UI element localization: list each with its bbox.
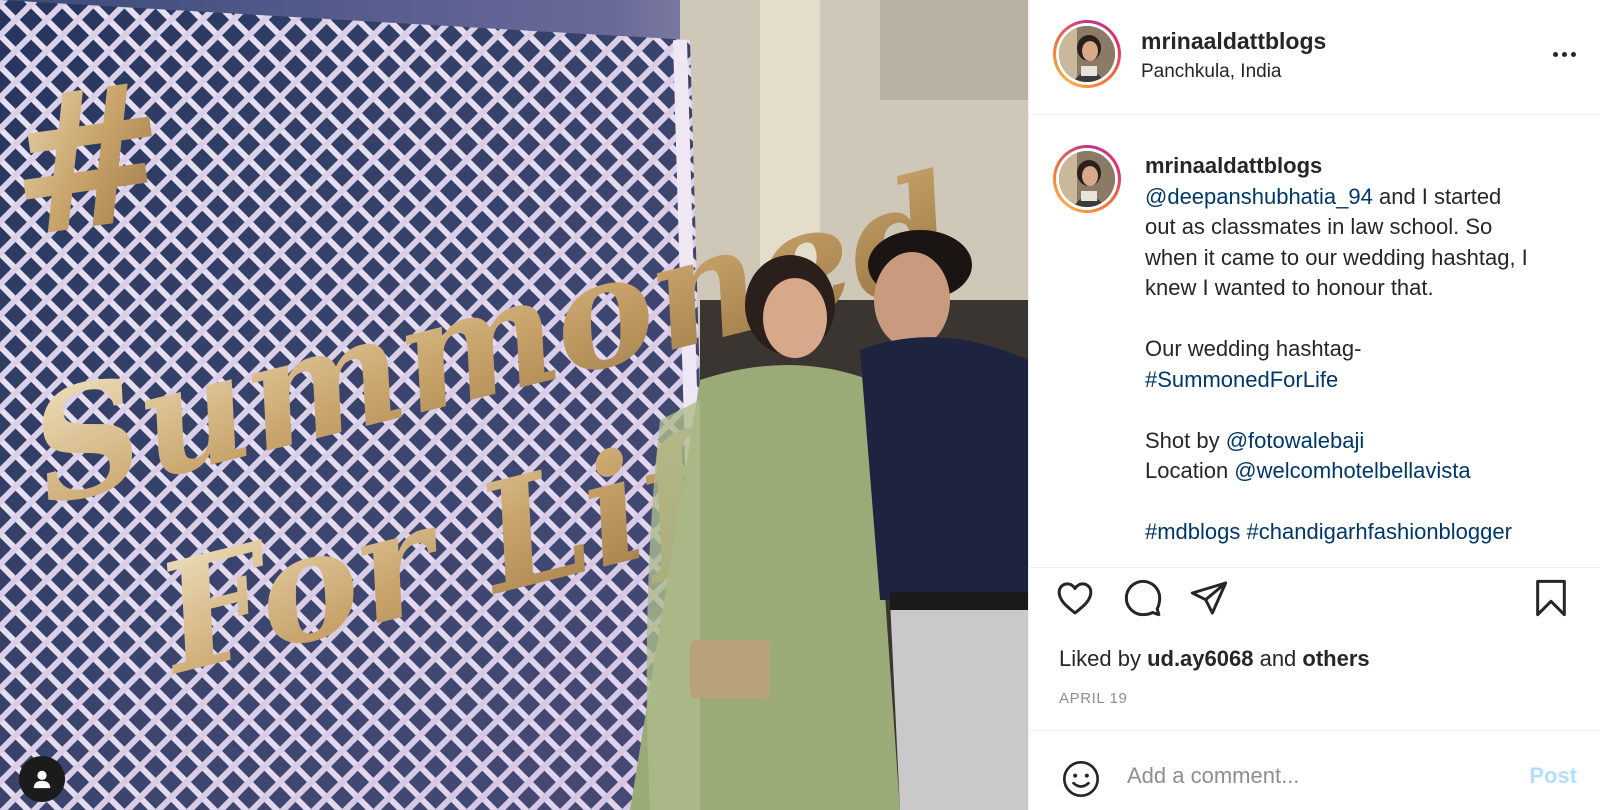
caption-username[interactable]: mrinaaldattblogs <box>1145 153 1322 178</box>
post-photo-image: # Summoned For Life <box>0 0 1028 810</box>
likes-others[interactable]: others <box>1302 646 1369 671</box>
caption-blank <box>1145 395 1585 426</box>
avatar-image <box>1059 26 1115 82</box>
bookmark-icon <box>1536 579 1566 617</box>
caption-location-handle[interactable]: @welcomhotelbellavista <box>1234 458 1470 483</box>
caption-line2: out as classmates in law school. So <box>1145 214 1493 239</box>
author-avatar[interactable] <box>1053 20 1121 88</box>
user-icon <box>33 770 51 789</box>
share-button[interactable] <box>1187 576 1231 620</box>
caption-hashtag-main[interactable]: #SummonedForLife <box>1145 367 1338 392</box>
comment-button[interactable] <box>1121 576 1165 620</box>
save-button[interactable] <box>1529 576 1573 620</box>
comment-bar: Post <box>1029 730 1600 810</box>
post-actions: Liked by ud.ay6068 and others APRIL 19 <box>1029 567 1600 715</box>
caption-line1: and I started <box>1372 183 1502 209</box>
tagged-users-button[interactable] <box>19 756 65 802</box>
send-icon <box>1190 581 1228 615</box>
more-horizontal-icon <box>1552 51 1558 57</box>
caption-blank <box>1145 487 1585 518</box>
avatar-image <box>1059 151 1115 207</box>
more-options-button[interactable] <box>1547 42 1581 66</box>
emoji-button[interactable] <box>1059 757 1103 801</box>
caption-mention[interactable]: @deepanshubhatia_94 <box>1145 184 1373 209</box>
caption-author-avatar[interactable] <box>1053 145 1121 213</box>
caption-location-label: Location <box>1145 458 1235 483</box>
heart-icon <box>1057 582 1093 615</box>
more-dot <box>1561 51 1567 57</box>
caption-area: mrinaaldattblogs @deepanshubhatia_94 and… <box>1029 115 1600 567</box>
post-comment-button[interactable]: Post <box>1529 763 1577 789</box>
post-location[interactable]: Panchkula, India <box>1141 61 1282 83</box>
post-details-panel: mrinaaldattblogs Panchkula, India mrinaa… <box>1028 0 1600 810</box>
post-photo[interactable]: # Summoned For Life <box>0 0 1028 810</box>
caption-shot-by-handle[interactable]: @fotowalebaji <box>1226 428 1365 453</box>
caption-text: mrinaaldattblogs @deepanshubhatia_94 and… <box>1145 151 1585 548</box>
likes-prefix: Liked by <box>1059 646 1148 671</box>
post-header: mrinaaldattblogs Panchkula, India <box>1029 0 1600 115</box>
comment-icon <box>1124 579 1162 617</box>
caption-tag1[interactable]: #mdblogs <box>1145 519 1240 544</box>
emoji-icon <box>1063 761 1099 797</box>
sign-hashtag: # <box>0 38 182 281</box>
caption-line5: Our wedding hashtag- <box>1145 336 1362 361</box>
comment-input[interactable] <box>1125 753 1509 799</box>
caption-line3: when it came to our wedding hashtag, I <box>1145 244 1528 270</box>
caption-blank <box>1145 304 1585 335</box>
author-username[interactable]: mrinaaldattblogs <box>1141 28 1326 55</box>
likes-user[interactable]: ud.ay6068 <box>1147 646 1253 671</box>
post-date[interactable]: APRIL 19 <box>1059 690 1127 707</box>
more-dot <box>1570 51 1576 57</box>
caption-tag2[interactable]: #chandigarhfashionblogger <box>1247 519 1512 544</box>
caption-shot-by-label: Shot by <box>1145 427 1226 453</box>
likes-middle: and <box>1253 646 1303 671</box>
like-button[interactable] <box>1053 576 1097 620</box>
caption-line4: knew I wanted to honour that. <box>1145 275 1434 300</box>
likes-summary: Liked by ud.ay6068 and others <box>1059 646 1370 672</box>
